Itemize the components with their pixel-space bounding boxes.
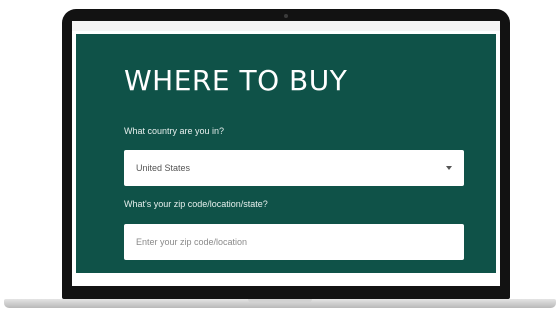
zip-input[interactable] [124,224,464,260]
screen-top-strip [72,21,500,31]
page-title: WHERE TO BUY [124,64,348,97]
zip-label: What's your zip code/location/state? [124,199,268,209]
where-to-buy-panel: WHERE TO BUY What country are you in? Un… [76,34,496,273]
laptop-screen: WHERE TO BUY What country are you in? Un… [72,21,500,286]
chevron-down-icon [446,166,452,170]
country-select-value: United States [136,163,191,173]
country-label: What country are you in? [124,126,225,136]
laptop-mockup: WHERE TO BUY What country are you in? Un… [0,0,560,312]
screen-bottom-strip [72,273,500,286]
country-select[interactable]: United States [124,150,464,186]
laptop-base-notch [248,299,312,303]
camera-icon [284,14,288,18]
